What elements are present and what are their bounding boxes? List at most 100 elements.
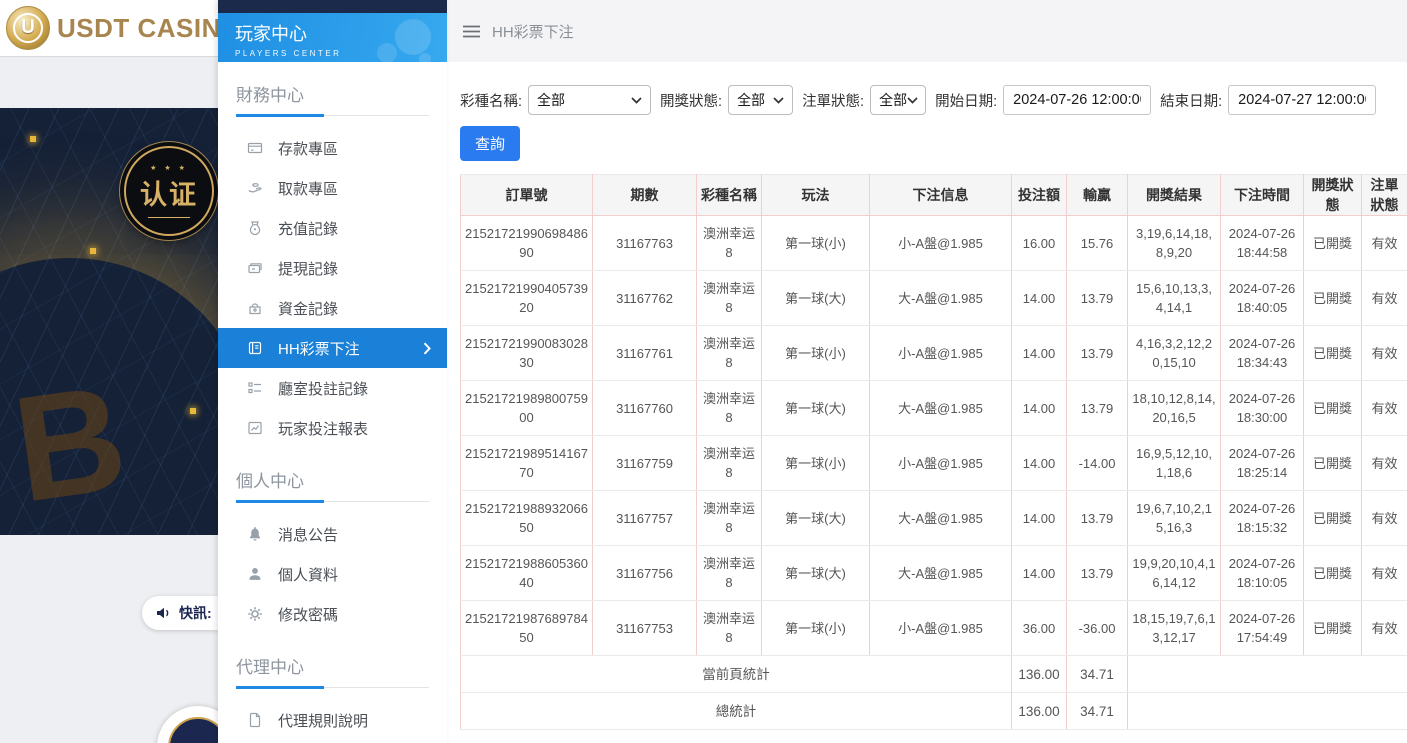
cell-draw-result: 19,6,7,10,2,15,16,3 bbox=[1128, 491, 1221, 546]
network-dot bbox=[30, 136, 36, 142]
user-icon bbox=[247, 566, 263, 582]
sidebar-item-lottery-bet[interactable]: HH彩票下注 bbox=[218, 328, 447, 368]
sidebar-nav: 財務中心存款專區取款專區充值記錄提現記錄資金記錄HH彩票下注廳室投註記錄玩家投注… bbox=[218, 62, 447, 743]
draw-status-filter: 開獎狀態: 全部 bbox=[660, 85, 793, 115]
filter-row: 彩種名稱: 全部 開獎狀態: 全部 注單狀態: 全部 bbox=[460, 85, 1399, 115]
cell-bet-info: 大-A盤@1.985 bbox=[870, 546, 1012, 601]
cell-order-no: 2152172199040573920 bbox=[461, 271, 593, 326]
cell-bet-info: 大-A盤@1.985 bbox=[870, 271, 1012, 326]
cell-order-status: 有效 bbox=[1362, 601, 1407, 656]
chevron-down-icon bbox=[631, 97, 642, 104]
sidebar-item-withdrawal-record[interactable]: 提現記錄 bbox=[218, 248, 447, 288]
end-date-label: 結束日期: bbox=[1160, 90, 1222, 111]
cell-order-status: 有效 bbox=[1362, 326, 1407, 381]
site-logo[interactable]: U USDT CASINO bbox=[0, 0, 218, 57]
cell-bet-time: 2024-07-26 18:10:05 bbox=[1221, 546, 1304, 601]
summary-winloss-total: 34.71 bbox=[1067, 693, 1128, 730]
cell-draw-result: 3,19,6,14,18,8,9,20 bbox=[1128, 216, 1221, 271]
cell-period: 31167762 bbox=[593, 271, 697, 326]
cell-win-loss: 13.79 bbox=[1067, 271, 1128, 326]
news-ticker[interactable]: 快訊: bbox=[142, 596, 218, 630]
cell-order-no: 2152172199008302830 bbox=[461, 326, 593, 381]
draw-status-label: 開獎狀態: bbox=[660, 90, 722, 111]
sidebar-item-withdraw[interactable]: 取款專區 bbox=[218, 168, 447, 208]
cell-order-status: 有效 bbox=[1362, 491, 1407, 546]
column-header-order-status: 注單狀態 bbox=[1362, 175, 1407, 216]
cell-draw-status: 已開獎 bbox=[1304, 546, 1362, 601]
cell-win-loss: 13.79 bbox=[1067, 381, 1128, 436]
sidebar-item-bell[interactable]: 消息公告 bbox=[218, 514, 447, 554]
cell-bet-amount: 14.00 bbox=[1012, 491, 1067, 546]
sidebar-item-gear[interactable]: 修改密碼 bbox=[218, 594, 447, 634]
table-row: 215217219904057392031167762澳洲幸运8第一球(大)大-… bbox=[461, 271, 1407, 326]
cell-period: 31167757 bbox=[593, 491, 697, 546]
cell-draw-status: 已開獎 bbox=[1304, 436, 1362, 491]
summary-empty bbox=[1128, 693, 1407, 730]
table-header-row: 訂單號期數彩種名稱玩法下注信息投注額輸贏開獎結果下注時間開獎狀態注單狀態 bbox=[461, 175, 1407, 216]
cell-bet-amount: 14.00 bbox=[1012, 436, 1067, 491]
bets-table-wrap: 訂單號期數彩種名稱玩法下注信息投注額輸贏開獎結果下注時間開獎狀態注單狀態 215… bbox=[460, 174, 1407, 743]
cell-period: 31167753 bbox=[593, 601, 697, 656]
table-row: 215217219906984869031167763澳洲幸运8第一球(小)小-… bbox=[461, 216, 1407, 271]
search-button[interactable]: 查詢 bbox=[460, 126, 520, 161]
sidebar-item-funds-record[interactable]: 資金記錄 bbox=[218, 288, 447, 328]
badge-text: 认证 bbox=[140, 173, 198, 212]
sidebar-item-room-bet-record[interactable]: 廳室投註記錄 bbox=[218, 368, 447, 408]
cell-win-loss: 13.79 bbox=[1067, 326, 1128, 381]
sidebar-item-player-report[interactable]: 玩家投注報表 bbox=[218, 408, 447, 448]
sidebar-item-label: 資金記錄 bbox=[278, 298, 338, 319]
table-row: 215217219900830283031167761澳洲幸运8第一球(小)小-… bbox=[461, 326, 1407, 381]
table-row: 215217219898007590031167760澳洲幸运8第一球(大)大-… bbox=[461, 381, 1407, 436]
cell-draw-result: 19,9,20,10,4,16,14,12 bbox=[1128, 546, 1221, 601]
cell-play-type: 第一球(小) bbox=[762, 601, 870, 656]
left-promo-panel: B ★ ★ ★ 认证 U USDT CASINO 快訊: bbox=[0, 0, 218, 743]
cell-bet-time: 2024-07-26 17:54:49 bbox=[1221, 601, 1304, 656]
cell-play-type: 第一球(小) bbox=[762, 436, 870, 491]
end-date-input[interactable] bbox=[1228, 85, 1376, 115]
draw-status-select[interactable]: 全部 bbox=[728, 85, 793, 115]
sidebar-item-label: 個人資料 bbox=[278, 564, 338, 585]
table-row: 215217219895141677031167759澳洲幸运8第一球(小)小-… bbox=[461, 436, 1407, 491]
cell-lottery-name: 澳洲幸运8 bbox=[697, 491, 762, 546]
content-topbar: HH彩票下注 bbox=[447, 0, 1407, 62]
sidebar-item-user[interactable]: 個人資料 bbox=[218, 554, 447, 594]
start-date-filter: 開始日期: bbox=[935, 85, 1151, 115]
sidebar-item-document[interactable]: 代理規則說明 bbox=[218, 700, 447, 740]
menu-toggle-icon[interactable] bbox=[462, 25, 481, 38]
news-label: 快訊: bbox=[179, 603, 212, 623]
sidebar-item-label: 存款專區 bbox=[278, 138, 338, 159]
cell-order-status: 有效 bbox=[1362, 271, 1407, 326]
cell-bet-time: 2024-07-26 18:30:00 bbox=[1221, 381, 1304, 436]
chevron-down-icon bbox=[907, 97, 918, 104]
speaker-icon bbox=[155, 605, 172, 621]
cell-lottery-name: 澳洲幸运8 bbox=[697, 546, 762, 601]
cell-draw-status: 已開獎 bbox=[1304, 216, 1362, 271]
cell-lottery-name: 澳洲幸运8 bbox=[697, 271, 762, 326]
cell-order-no: 2152172198768978450 bbox=[461, 601, 593, 656]
summary-row: 總統計136.0034.71 bbox=[461, 693, 1407, 730]
summary-label: 當前頁統計 bbox=[461, 656, 1012, 693]
floating-logo-circle bbox=[157, 706, 218, 743]
page-title: HH彩票下注 bbox=[492, 21, 574, 42]
gear-icon bbox=[247, 606, 263, 622]
badge-stars: ★ ★ ★ bbox=[150, 164, 188, 172]
table-row: 215217219889320665031167757澳洲幸运8第一球(大)大-… bbox=[461, 491, 1407, 546]
sidebar-item-label: 代理規則說明 bbox=[278, 710, 368, 731]
cell-order-no: 2152172198893206650 bbox=[461, 491, 593, 546]
cell-order-status: 有效 bbox=[1362, 381, 1407, 436]
cell-order-status: 有效 bbox=[1362, 546, 1407, 601]
chevron-down-icon bbox=[773, 97, 784, 104]
start-date-input[interactable] bbox=[1003, 85, 1151, 115]
summary-label: 總統計 bbox=[461, 693, 1012, 730]
logo-coin-icon: U bbox=[6, 6, 50, 50]
order-status-select[interactable]: 全部 bbox=[870, 85, 926, 115]
end-date-filter: 結束日期: bbox=[1160, 85, 1376, 115]
sidebar-item-label: 充值記錄 bbox=[278, 218, 338, 239]
sidebar-item-recharge-record[interactable]: 充值記錄 bbox=[218, 208, 447, 248]
cell-period: 31167760 bbox=[593, 381, 697, 436]
sidebar-item-label: 消息公告 bbox=[278, 524, 338, 545]
cell-draw-result: 18,15,19,7,6,13,12,17 bbox=[1128, 601, 1221, 656]
cell-bet-amount: 36.00 bbox=[1012, 601, 1067, 656]
lottery-type-select[interactable]: 全部 bbox=[528, 85, 651, 115]
sidebar-item-deposit[interactable]: 存款專區 bbox=[218, 128, 447, 168]
